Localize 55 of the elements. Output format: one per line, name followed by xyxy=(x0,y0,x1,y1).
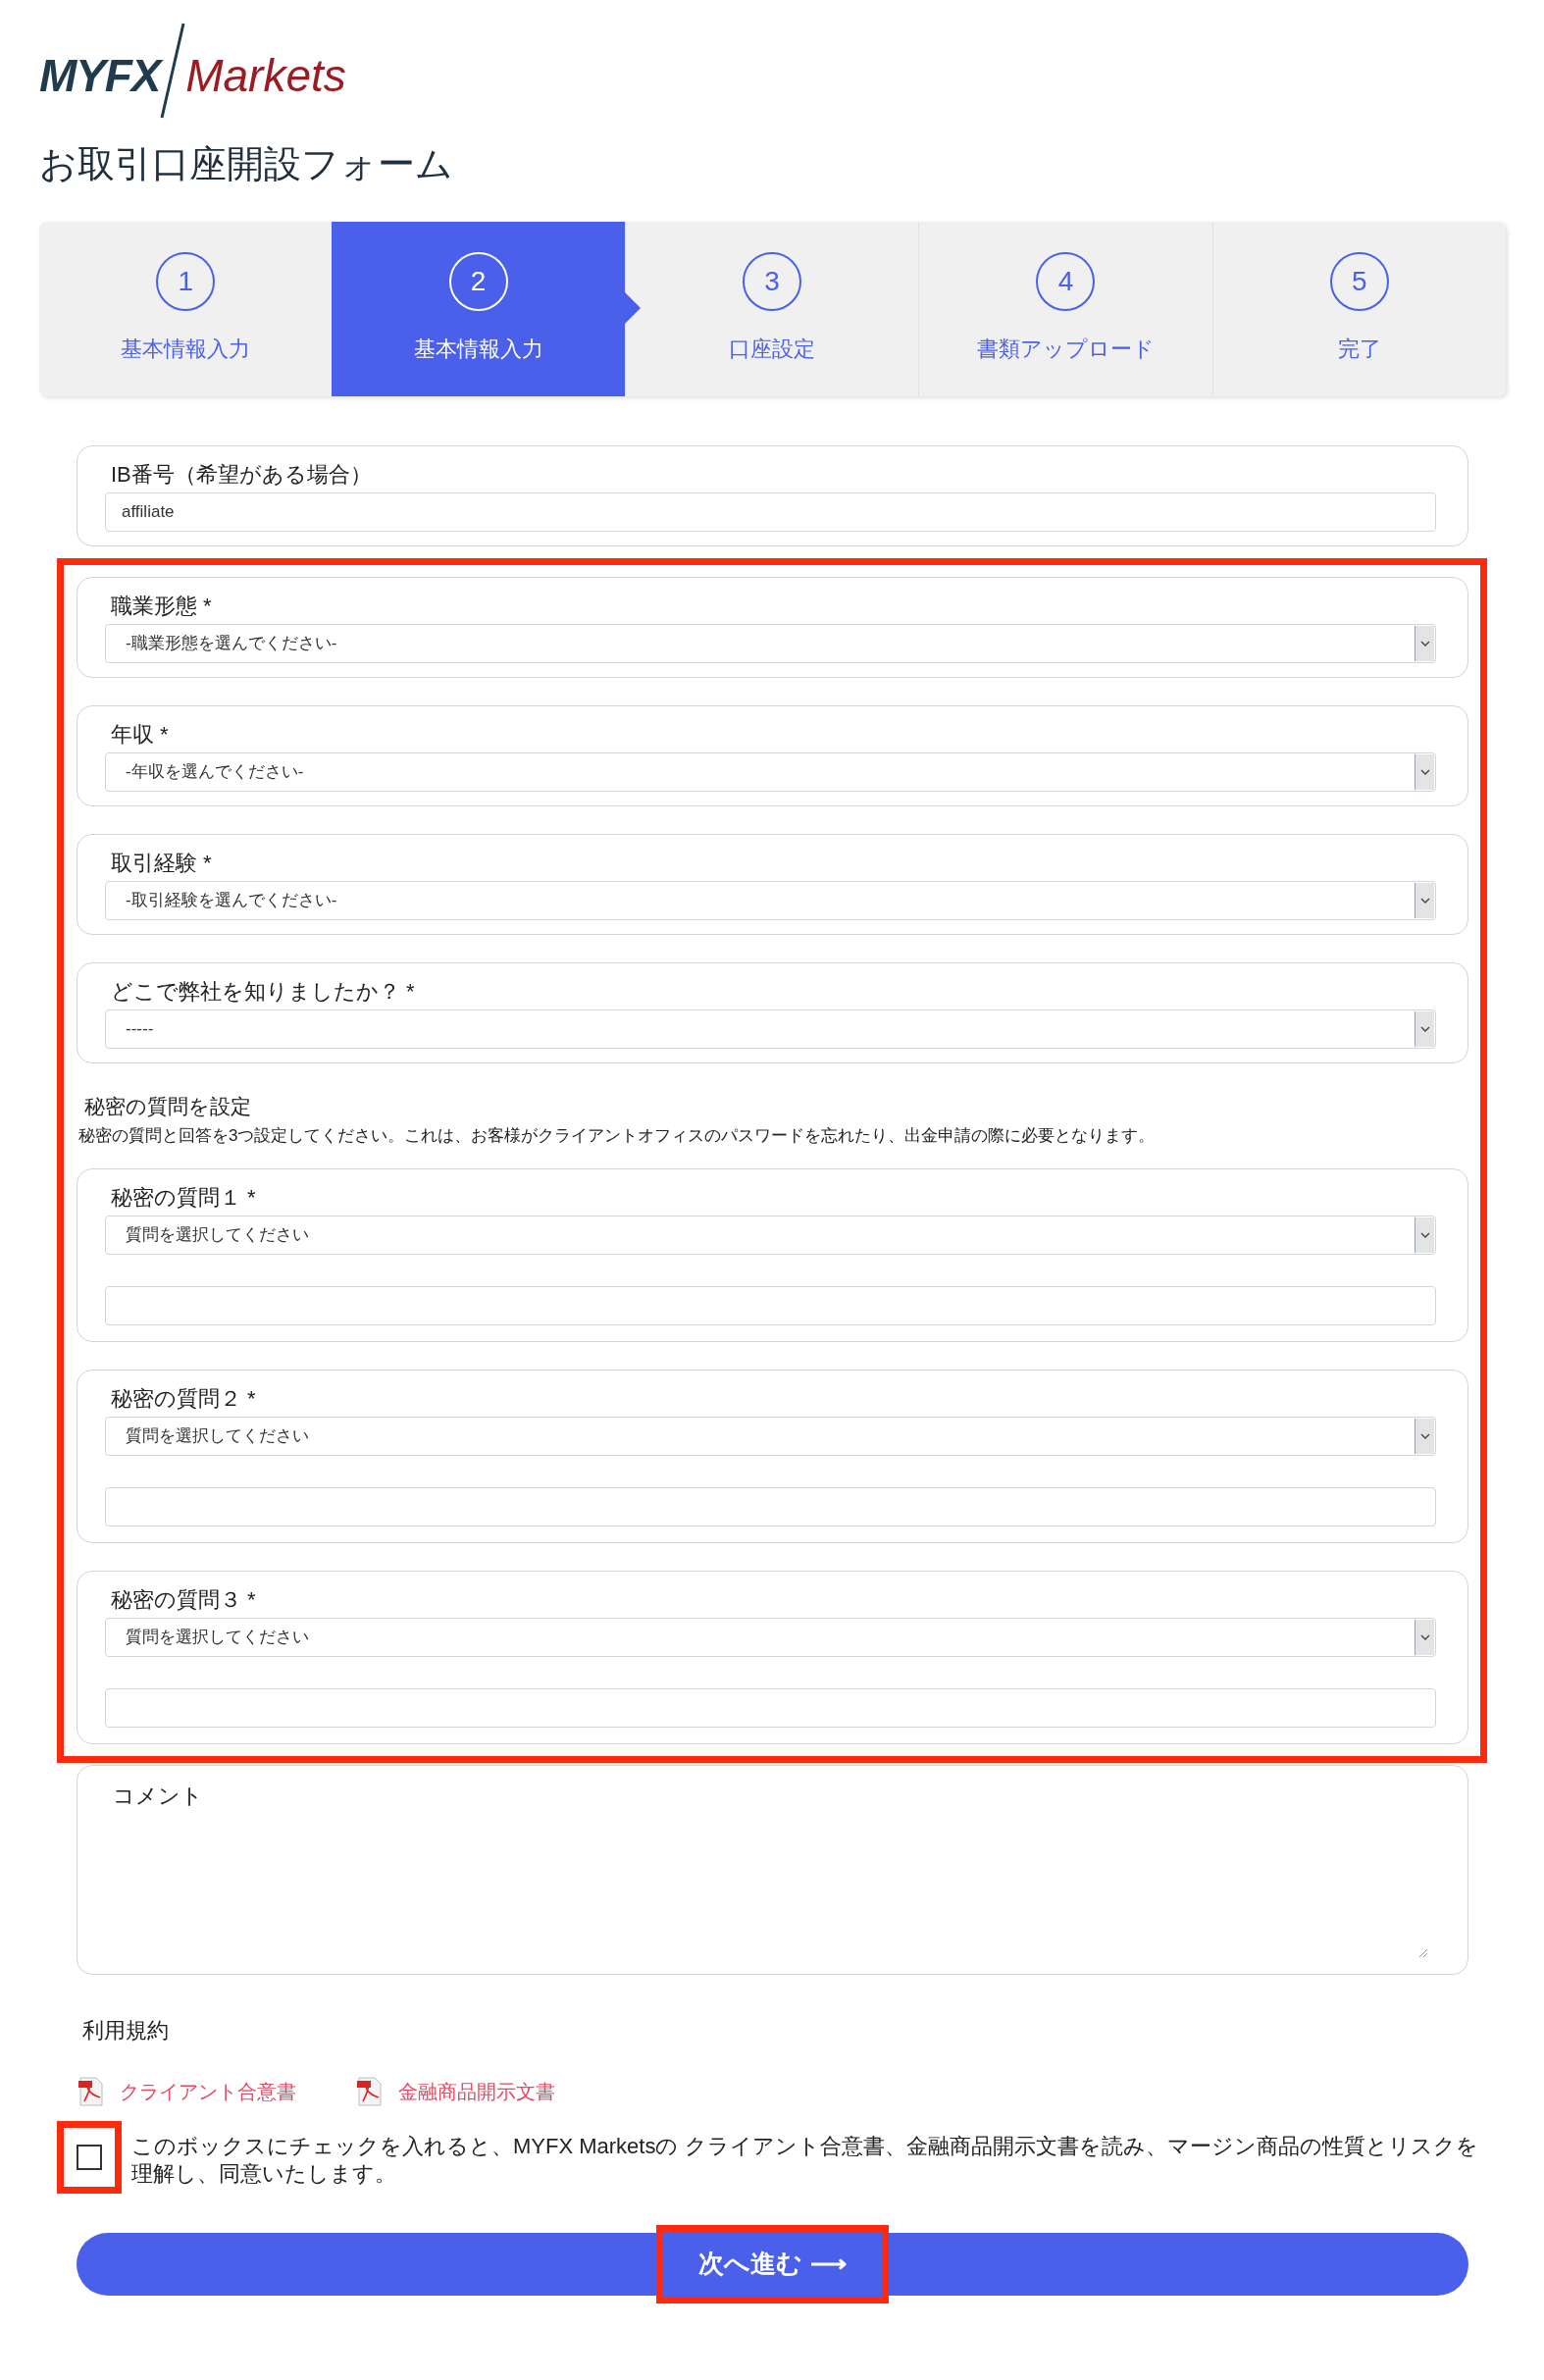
step-number: 4 xyxy=(1036,252,1096,311)
dropdown-caret-icon xyxy=(1415,753,1434,790)
next-button[interactable]: 次へ進む ⟶ xyxy=(656,2224,889,2303)
answer-field[interactable] xyxy=(105,1285,1436,1325)
dropdown-caret-icon xyxy=(1415,1010,1434,1047)
dropdown-caret-icon xyxy=(1415,625,1434,661)
field-label: 秘密の質問３ * xyxy=(111,1585,257,1614)
step-label: 基本情報入力 xyxy=(121,336,251,363)
comment-field[interactable]: コメント xyxy=(77,1764,1468,1975)
step-number: 3 xyxy=(743,252,801,311)
select-field[interactable]: 質問を選択してください xyxy=(105,1215,1436,1255)
field-label: 秘密の質問２ * xyxy=(111,1384,257,1413)
resize-handle-icon[interactable] xyxy=(1418,1947,1428,1958)
dropdown-caret-icon xyxy=(1415,1619,1434,1655)
answer-field[interactable] xyxy=(105,1687,1436,1728)
select-field[interactable]: -取引経験を選んでください- xyxy=(105,880,1436,920)
step-tab[interactable]: 1 基本情報入力 xyxy=(39,221,333,396)
step-tab[interactable]: 5 完了 xyxy=(1211,221,1507,396)
step-label: 基本情報入力 xyxy=(413,336,543,363)
select-field[interactable]: 質問を選択してください xyxy=(105,1416,1436,1456)
field-label: IB番号（希望がある場合） xyxy=(111,460,373,489)
select-field[interactable]: -職業形態を選んでください- xyxy=(105,623,1436,663)
dropdown-caret-icon xyxy=(1415,1418,1434,1454)
select-field[interactable]: 質問を選択してください xyxy=(105,1617,1436,1657)
field-label: 職業形態 * xyxy=(111,592,213,620)
step-number: 2 xyxy=(448,252,508,311)
dropdown-caret-icon xyxy=(1415,882,1434,918)
pdf-file-icon xyxy=(77,2075,106,2107)
field-label: どこで弊社を知りましたか？ * xyxy=(111,977,416,1006)
input-field[interactable]: affiliate xyxy=(105,492,1436,532)
step-number: 1 xyxy=(156,252,216,311)
select-field[interactable]: -年収を選んでください- xyxy=(105,751,1436,792)
step-label: 口座設定 xyxy=(729,336,815,363)
select-field[interactable]: ----- xyxy=(105,1009,1436,1049)
answer-field[interactable] xyxy=(105,1486,1436,1526)
agreement-text: このボックスにチェックを入れると、MYFX Marketsの クライアント合意書、金融商品開示文書を読み、マージン商品の性質とリスクを理解し、同意いたします。 xyxy=(131,2132,1479,2188)
step-number: 5 xyxy=(1329,252,1389,311)
step-tab[interactable]: 4 書類アップロード xyxy=(918,221,1212,396)
logo-suffix: Markets xyxy=(185,53,346,98)
pdf-file-icon xyxy=(355,2075,385,2107)
field-label: 取引経験 * xyxy=(111,849,213,877)
step-label: 完了 xyxy=(1337,336,1381,363)
dropdown-caret-icon xyxy=(1415,1216,1434,1253)
section-description: 秘密の質問と回答を3つ設定してください。これは、お客様がクライアントオフィスのパスワードを忘れたり、出金申請の際に必要となります。 xyxy=(78,1125,1157,1147)
document-link[interactable]: 金融商品開示文書 xyxy=(355,2075,555,2107)
field-label: 年収 * xyxy=(111,720,170,749)
agree-checkbox[interactable] xyxy=(77,2144,102,2170)
section-heading: 秘密の質問を設定 xyxy=(84,1093,252,1119)
step-tab[interactable]: 3 口座設定 xyxy=(624,221,919,396)
document-link[interactable]: クライアント合意書 xyxy=(77,2075,296,2107)
section-heading: 利用規約 xyxy=(82,2016,170,2044)
page-title: お取引口座開設フォーム xyxy=(39,142,454,186)
step-label: 書類アップロード xyxy=(976,336,1155,363)
field-label: コメント xyxy=(113,1782,203,1810)
field-label: 秘密の質問１ * xyxy=(111,1183,257,1212)
